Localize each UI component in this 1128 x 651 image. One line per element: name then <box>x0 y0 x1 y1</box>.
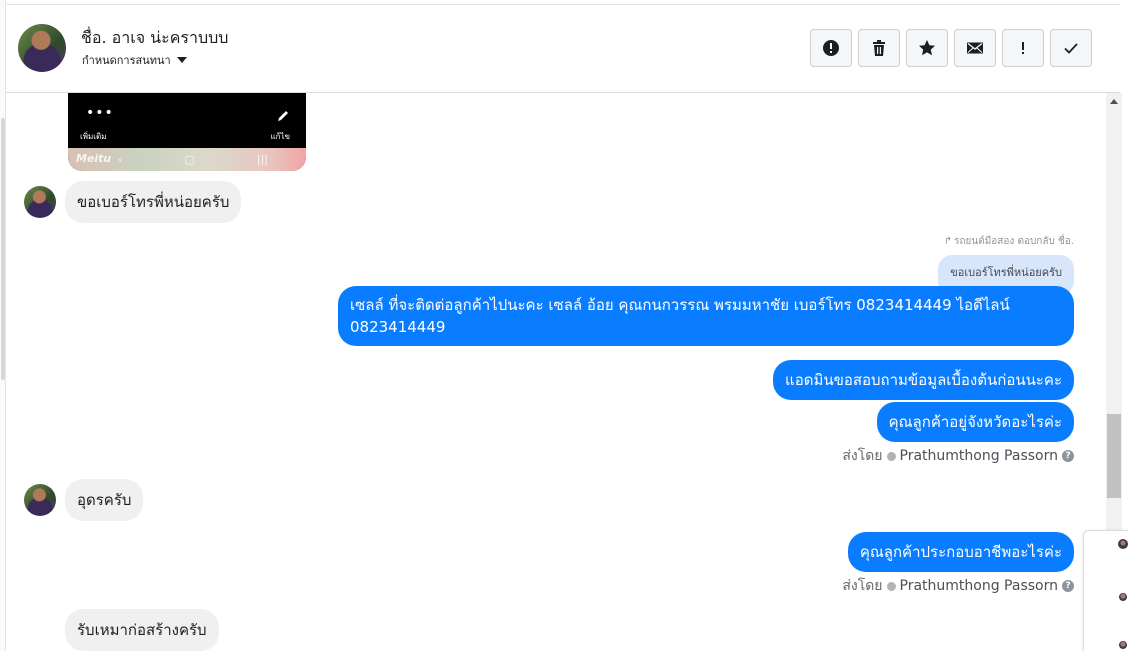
thread-scrollbar-thumb[interactable] <box>1107 414 1121 498</box>
alert-circle-icon <box>823 40 839 56</box>
pencil-icon <box>278 111 288 121</box>
chat-head-avatar[interactable] <box>1119 593 1127 601</box>
star-icon <box>919 40 935 56</box>
contact-avatar-small[interactable] <box>24 484 56 516</box>
help-icon[interactable]: ? <box>1062 450 1074 462</box>
scroll-up-arrow-icon[interactable] <box>1110 99 1118 104</box>
image-edit-label: แก้ไข <box>270 132 291 141</box>
envelope-icon <box>967 42 983 54</box>
report-button[interactable] <box>810 29 852 67</box>
back-icon: ‹ <box>118 153 123 166</box>
reply-context-text: รถยนต์มือสอง ตอบกลับ ชื่อ. <box>954 236 1074 247</box>
sent-by-prefix: ส่งโดย <box>842 578 883 594</box>
image-attachment[interactable]: ••• เพิ่มเติม แก้ไข Meitu ‹ ▢ ||| <box>68 93 306 171</box>
contact-avatar[interactable] <box>18 24 66 72</box>
reply-arrow-icon: ↱ <box>943 236 953 247</box>
conversation-header: ชื่อ. อาเจ น่ะคราบบบ กำหนดการสนทนา <box>6 4 1120 93</box>
left-scrollbar-thumb[interactable] <box>1 118 5 380</box>
conversation-settings-label: กำหนดการสนทนา <box>82 54 171 67</box>
chat-head-avatar[interactable] <box>1118 539 1128 549</box>
conversation-settings-dropdown[interactable]: กำหนดการสนทนา <box>82 51 187 69</box>
image-brand-watermark: Meitu <box>76 152 112 165</box>
check-icon <box>1064 43 1078 54</box>
message-bubble-incoming[interactable]: ขอเบอร์โทรพี่หน่อยครับ <box>65 181 242 223</box>
verified-badge-icon <box>886 581 896 591</box>
messenger-window: ชื่อ. อาเจ น่ะคราบบบ กำหนดการสนทนา ••• เ… <box>0 0 1128 651</box>
sent-by-agent: Prathumthong Passorn <box>899 448 1058 464</box>
contact-name[interactable]: ชื่อ. อาเจ น่ะคราบบบ <box>81 26 228 51</box>
help-icon[interactable]: ? <box>1062 580 1074 592</box>
done-button[interactable] <box>1050 29 1092 67</box>
chat-heads-panel <box>1083 530 1128 651</box>
message-bubble-outgoing[interactable]: เซลล์ ที่จะติดต่อลูกค้าไปนะคะ เซลล์ อ้อย… <box>338 286 1074 346</box>
chat-head-avatar[interactable] <box>1119 641 1127 649</box>
header-actions <box>810 29 1092 67</box>
delete-button[interactable] <box>858 29 900 67</box>
sent-by-prefix: ส่งโดย <box>842 448 883 464</box>
home-icon: ▢ <box>184 153 195 166</box>
sent-by-agent: Prathumthong Passorn <box>899 578 1058 594</box>
more-dots-icon: ••• <box>86 105 114 121</box>
message-bubble-incoming[interactable]: รับเหมาก่อสร้างครับ <box>65 609 219 651</box>
image-more-label: เพิ่มเติม <box>80 132 107 141</box>
sent-by-label: ส่งโดย Prathumthong Passorn ? <box>842 445 1074 467</box>
message-thread[interactable]: ••• เพิ่มเติม แก้ไข Meitu ‹ ▢ ||| ขอเบอร์โ… <box>6 93 1106 651</box>
exclamation-icon <box>1022 42 1024 54</box>
important-button[interactable] <box>1002 29 1044 67</box>
message-bubble-incoming[interactable]: อุดรครับ <box>65 479 144 521</box>
mail-button[interactable] <box>954 29 996 67</box>
caret-down-icon <box>176 57 187 63</box>
message-bubble-outgoing[interactable]: คุณลูกค้าอยู่จังหวัดอะไรค่ะ <box>876 402 1074 442</box>
message-bubble-outgoing[interactable]: แอดมินขอสอบถามข้อมูลเบื้องต้นก่อนนะคะ <box>773 360 1074 400</box>
contact-avatar-small[interactable] <box>24 186 56 218</box>
trash-icon <box>873 40 885 56</box>
sent-by-label: ส่งโดย Prathumthong Passorn ? <box>842 575 1074 597</box>
phone-navbar: ‹ ▢ ||| <box>118 153 268 166</box>
star-button[interactable] <box>906 29 948 67</box>
reply-context: ↱ รถยนต์มือสอง ตอบกลับ ชื่อ. <box>944 234 1074 249</box>
recents-icon: ||| <box>256 153 268 166</box>
verified-badge-icon <box>886 451 896 461</box>
message-bubble-outgoing[interactable]: คุณลูกค้าประกอบอาชีพอะไรค่ะ <box>847 532 1074 572</box>
